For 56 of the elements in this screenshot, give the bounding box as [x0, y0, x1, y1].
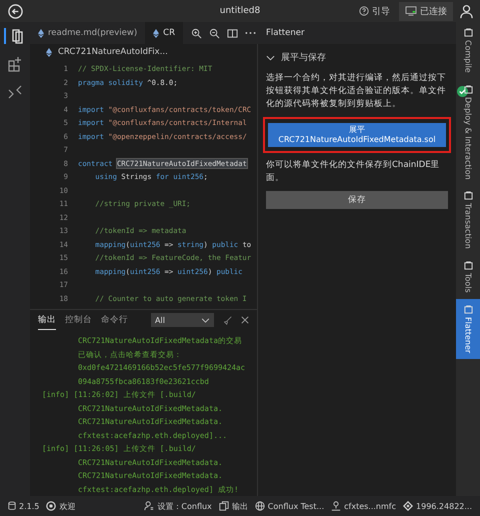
- panel-tab[interactable]: 输出: [38, 310, 56, 330]
- plugin-icon: [464, 28, 472, 37]
- panel-tab[interactable]: 控制台: [65, 311, 92, 329]
- guide-button[interactable]: 引导: [356, 2, 393, 20]
- compare-icon[interactable]: [7, 84, 23, 100]
- extensions-icon[interactable]: [7, 56, 23, 72]
- side-tab[interactable]: Transaction: [456, 185, 480, 256]
- breadcrumb[interactable]: CRC721NatureAutoIdFix...: [58, 47, 168, 57]
- chevron-down-icon: [266, 54, 275, 60]
- plugin-icon: [464, 191, 472, 200]
- monitor-icon: [405, 6, 417, 16]
- save-hint-text: 你可以将单文件化的文件保存到ChainIDE里面。: [266, 159, 441, 185]
- clear-icon[interactable]: [223, 316, 232, 324]
- globe-icon: [254, 501, 265, 511]
- filter-dropdown[interactable]: All: [151, 313, 214, 327]
- output-item[interactable]: 输出: [218, 500, 248, 512]
- panel-tab[interactable]: 命令行: [101, 311, 128, 329]
- editor-tab[interactable]: CR: [145, 22, 184, 44]
- user-icon[interactable]: [459, 4, 474, 18]
- side-tab[interactable]: Deploy & Interaction: [456, 78, 480, 186]
- more-icon[interactable]: [245, 31, 256, 35]
- copy-icon: [218, 501, 229, 511]
- side-tab[interactable]: Compile: [456, 22, 480, 79]
- zoom-out-icon[interactable]: [209, 28, 220, 38]
- connection-button[interactable]: 已连接: [399, 2, 453, 20]
- database-icon: [8, 501, 16, 511]
- help-icon: [359, 6, 369, 16]
- side-tab[interactable]: Flattener: [456, 298, 480, 360]
- diamond-icon: [153, 28, 160, 38]
- logo-icon: [46, 501, 56, 511]
- chevron-down-icon: [201, 318, 210, 322]
- plugin-icon: [464, 261, 472, 270]
- flatten-button[interactable]: 展平 CRC721NatureAutoIdFixedMetadata.sol: [268, 123, 446, 147]
- section-header[interactable]: 展平与保存: [266, 51, 448, 64]
- plugin-icon: [464, 304, 472, 314]
- account-icon: [331, 501, 342, 511]
- version-label[interactable]: 2.1.5: [8, 501, 40, 511]
- zoom-in-icon[interactable]: [191, 28, 202, 38]
- window-title: untitled8: [220, 6, 260, 16]
- editor-tab[interactable]: readme.md(preview): [30, 22, 146, 44]
- account-item[interactable]: cfxtes...nmfc: [331, 501, 396, 511]
- side-tab[interactable]: Tools: [456, 255, 480, 299]
- user-settings-icon: [144, 501, 154, 511]
- close-icon[interactable]: [241, 316, 249, 324]
- split-icon[interactable]: [227, 28, 238, 38]
- network-item[interactable]: Conflux Test...: [254, 501, 324, 511]
- diamond-icon: [403, 501, 414, 511]
- description-text: 选择一个合约，对其进行编译，然后通过按下按钮获得其单文件化适合验证的版本。单文件化的源代码将被复制到剪贴板上。: [266, 72, 447, 111]
- diamond-icon: [38, 28, 44, 38]
- save-button[interactable]: 保存: [266, 191, 448, 209]
- balance-item[interactable]: 1996.24822...: [403, 501, 472, 511]
- file-icon: [46, 48, 52, 56]
- plugin-icon: [464, 84, 472, 94]
- welcome-item[interactable]: 欢迎: [46, 500, 76, 512]
- back-icon[interactable]: [8, 4, 23, 18]
- settings-item[interactable]: 设置：Conflux: [144, 500, 212, 512]
